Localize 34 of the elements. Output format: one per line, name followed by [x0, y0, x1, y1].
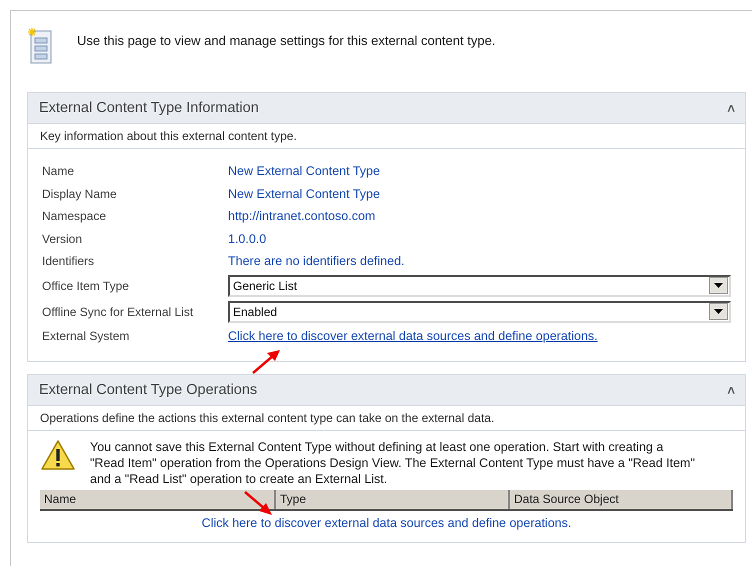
field-value: New External Content Type — [228, 186, 381, 201]
column-header[interactable]: Type — [276, 490, 510, 509]
caret-icon — [714, 283, 723, 288]
field-label: Offline Sync for External List — [42, 304, 194, 318]
panel-title: External Content Type Information — [39, 100, 259, 116]
panel-description: Operations define the actions this external content type can take on the external data. — [28, 406, 745, 431]
column-header[interactable]: Name — [40, 490, 276, 509]
field-label: External System — [42, 328, 130, 343]
dropdown[interactable]: Enabled — [228, 300, 731, 322]
field-label: Office Item Type — [42, 278, 130, 292]
field-label: Version — [42, 232, 84, 246]
caret-icon — [714, 309, 723, 314]
list-icon — [27, 27, 53, 65]
field-value: New External Content Type — [228, 164, 381, 178]
field-label: Identifiers — [42, 254, 96, 268]
field-value: 1.0.0.0 — [228, 232, 268, 246]
discover-link[interactable]: Click here to discover external data sources and define operations. — [228, 328, 598, 343]
collapse-button[interactable]: ˄ — [727, 100, 735, 116]
warning-icon — [40, 439, 76, 471]
panel-description: Key information about this external content type. — [28, 124, 745, 149]
field-label: Name — [42, 164, 76, 178]
intro-text: Use this page to view and manage settings for this external content type. — [77, 33, 496, 48]
panel-title: External Content Type Operations — [39, 382, 258, 398]
field-label: Display Name — [42, 186, 118, 201]
field-label: Namespace — [42, 209, 108, 224]
discover-link[interactable]: Click here to discover external data sources and define operations. — [202, 516, 572, 530]
collapse-button[interactable]: ˄ — [727, 382, 735, 398]
dropdown[interactable]: Generic List — [228, 274, 731, 296]
annotation-arrow — [244, 491, 272, 515]
field-value: http://intranet.contoso.com — [228, 209, 376, 224]
column-header[interactable]: Data Source Object — [510, 490, 733, 509]
warning-message: You cannot save this External Content Type without defining at least one operation. Start with creating a "Read Item" operation from the Operations Design View. The External Content Type must have a "Read Item" and a "Read List" operation to create an External List. — [90, 439, 696, 487]
annotation-arrow — [252, 349, 280, 374]
field-value: There are no identifiers defined. — [228, 254, 406, 268]
